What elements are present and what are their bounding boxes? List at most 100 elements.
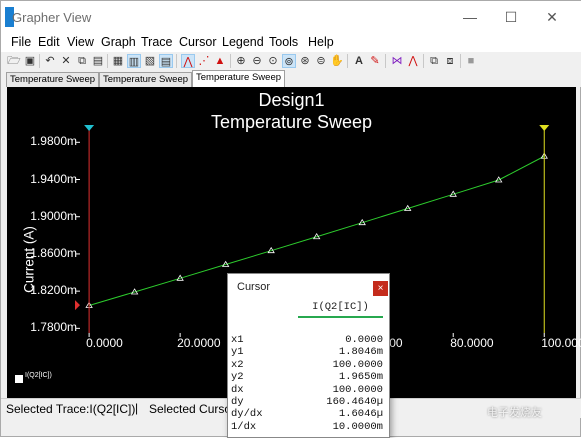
cursor-row: y1 1.8046m	[228, 346, 389, 359]
zoom-icon[interactable]: ⊜	[314, 54, 328, 68]
cursor-1-y-marker	[75, 300, 80, 311]
title-bar[interactable]: Grapher View — ☐ ✕	[1, 1, 581, 33]
toolbar-separator	[385, 54, 386, 68]
trace-icon[interactable]: ⋰	[197, 54, 211, 68]
x-tick-label: 20.0000	[177, 336, 221, 350]
cursor-row-label: dy	[231, 396, 244, 408]
cursor-row-label: x2	[231, 358, 244, 371]
window-title: Grapher View	[12, 10, 92, 25]
zoom-in-icon[interactable]: ⊕	[234, 54, 248, 68]
menu-edit[interactable]: Edit	[38, 35, 60, 49]
menu-trace[interactable]: Trace	[141, 35, 173, 49]
cursor-column-underline	[298, 316, 383, 318]
undo-icon[interactable]: ↶	[43, 54, 57, 68]
close-button[interactable]: ✕	[532, 1, 572, 33]
cursor-row: 1/dx 10.0000m	[228, 420, 389, 433]
cursor-row-value: 100.0000	[332, 358, 383, 371]
cursor-row: y2 1.9650m	[228, 371, 389, 384]
toolbar-separator	[39, 54, 40, 68]
menu-legend[interactable]: Legend	[222, 35, 264, 49]
toolbar: 🗁 ▣ ↶ ✕ ⧉ ▤ ▦ ▥ ▧ ▤ ⋀ ⋰ ▲ ⊕ ⊖ ⊙ ⊚ ⊛ ⊜ ✋ …	[1, 52, 581, 70]
copy-icon[interactable]: ⧉	[427, 54, 441, 68]
plot-title: Design1	[258, 90, 325, 110]
toggle-icon[interactable]: ▧	[143, 54, 157, 68]
grapher-window: Grapher View — ☐ ✕ File Edit View Graph …	[0, 0, 581, 438]
copy-icon[interactable]: ⧉	[75, 54, 89, 68]
status-selected-cursor: Selected Cursor	[149, 402, 236, 416]
cursor-icon[interactable]: ⋀	[406, 54, 420, 68]
cursor-row-value: 160.4640µ	[326, 396, 383, 408]
zoom-icon[interactable]: ⊛	[298, 54, 312, 68]
tab-temperature-sweep-3[interactable]: Temperature Sweep	[192, 70, 286, 87]
menu-graph[interactable]: Graph	[101, 35, 136, 49]
zoom-out-icon[interactable]: ⊖	[250, 54, 264, 68]
trace-icon[interactable]: ⋀	[181, 54, 195, 68]
save-icon[interactable]: ▣	[23, 54, 37, 68]
y-tick-label: 1.9400m	[30, 171, 77, 186]
tab-strip: Temperature Sweep Temperature Sweep Temp…	[1, 70, 581, 87]
menu-help[interactable]: Help	[308, 35, 334, 49]
copy-icon[interactable]: ⧈	[443, 54, 457, 68]
plot-subtitle: Temperature Sweep	[210, 112, 373, 132]
marker-icon[interactable]: ✎	[368, 54, 382, 68]
cursor-row: x1 0.0000	[228, 334, 389, 346]
cursor-row-label: dy/dx	[231, 408, 263, 421]
toolbar-separator	[347, 54, 348, 68]
y-tick-label: 1.9800m	[30, 134, 77, 149]
toolbar-separator	[230, 54, 231, 68]
watermark: 电子发烧友	[487, 407, 542, 419]
menu-file[interactable]: File	[11, 35, 31, 49]
y-tick-label: 1.8600m	[30, 245, 77, 260]
toggle-icon[interactable]: ▥	[127, 54, 141, 68]
cursor-row: x2 100.0000	[228, 358, 389, 371]
cursor-icon[interactable]: ⋈	[390, 54, 404, 68]
cursor-row: dy 160.4640µ	[228, 396, 389, 408]
cursor-column-header: I(Q2[IC])	[312, 301, 369, 313]
minimize-button[interactable]: —	[450, 1, 490, 33]
menu-view[interactable]: View	[67, 35, 94, 49]
cursor-row-label: y1	[231, 346, 244, 359]
cursor-row: dy/dx 1.6046µ	[228, 408, 389, 421]
zoom-fit-icon[interactable]: ⊙	[266, 54, 280, 68]
x-tick-label: 80.0000	[450, 336, 494, 350]
cut-icon[interactable]: ✕	[59, 54, 73, 68]
open-icon[interactable]: 🗁	[7, 54, 21, 68]
cursor-row: dx 100.0000	[228, 383, 389, 396]
trace-icon[interactable]: ▲	[213, 54, 227, 68]
menu-bar: File Edit View Graph Trace Cursor Legend…	[1, 33, 581, 52]
x-tick-label: 100.0000	[541, 336, 581, 350]
tab-temperature-sweep-2[interactable]: Temperature Sweep	[99, 72, 193, 87]
grid-icon[interactable]: ▦	[111, 54, 125, 68]
cursor-row-label: dx	[231, 383, 244, 396]
pan-icon[interactable]: ✋	[330, 54, 344, 68]
toolbar-separator	[107, 54, 108, 68]
toggle-icon[interactable]: ▤	[159, 54, 173, 68]
y-tick-label: 1.7800m	[30, 320, 77, 335]
menu-tools[interactable]: Tools	[269, 35, 298, 49]
y-tick-label: 1.8200m	[30, 283, 77, 298]
cursor-dialog-title: Cursor	[237, 281, 271, 293]
cursor-dialog-close-button[interactable]: ×	[373, 281, 388, 296]
cursor-row-label: 1/dx	[231, 420, 257, 433]
menu-cursor[interactable]: Cursor	[179, 35, 217, 49]
y-tick-label: 1.9000m	[30, 208, 77, 223]
cursor-row-value: 0.0000	[345, 334, 383, 346]
tab-temperature-sweep-1[interactable]: Temperature Sweep	[6, 72, 100, 87]
toolbar-separator	[423, 54, 424, 68]
cursor-row-value: 1.9650m	[338, 371, 383, 384]
x-tick-label: 0.0000	[86, 336, 123, 350]
stop-icon[interactable]: ■	[464, 54, 478, 68]
toolbar-separator	[176, 54, 177, 68]
status-separator: |	[135, 401, 139, 415]
text-icon[interactable]: A	[352, 54, 366, 68]
toolbar-separator	[460, 54, 461, 68]
zoom-icon[interactable]: ⊚	[282, 54, 296, 68]
legend-label: I(Q2[IC])	[25, 372, 52, 379]
maximize-button[interactable]: ☐	[491, 1, 531, 33]
cursor-row-value: 10.0000m	[332, 420, 383, 433]
status-selected-trace: Selected Trace:I(Q2[IC])	[6, 402, 136, 416]
cursor-row-label: y2	[231, 371, 244, 384]
paste-icon[interactable]: ▤	[91, 54, 105, 68]
legend-checkbox[interactable]	[15, 375, 23, 383]
cursor-dialog[interactable]: Cursor × I(Q2[IC]) x1 0.0000 y1 1.8046m x2 10…	[227, 273, 390, 438]
